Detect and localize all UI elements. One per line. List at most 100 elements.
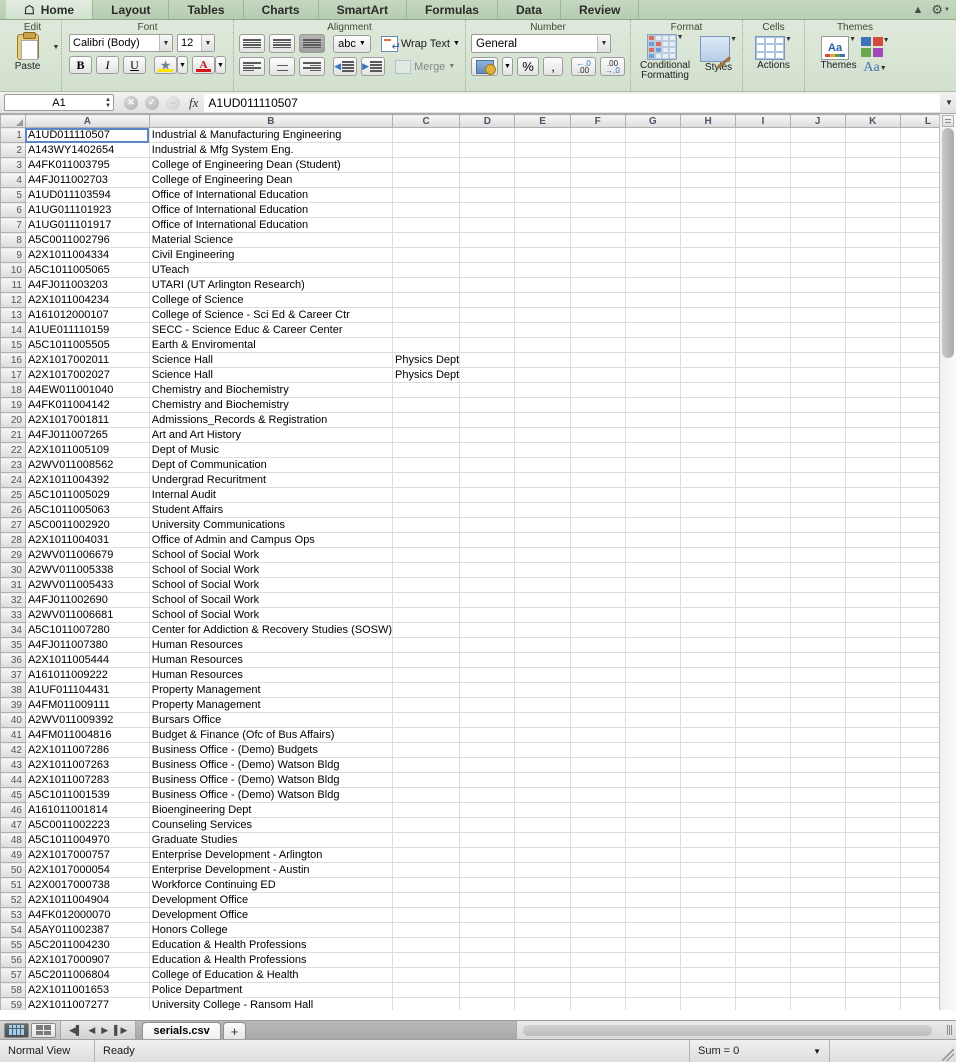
- cell-H10[interactable]: [679, 262, 737, 278]
- cell-D18[interactable]: [459, 382, 516, 398]
- cell-H54[interactable]: [679, 922, 737, 938]
- row-header-53[interactable]: 53: [0, 907, 26, 923]
- styles-button[interactable]: ▼ Styles: [700, 36, 737, 73]
- cell-B28[interactable]: Office of Admin and Campus Ops: [148, 532, 394, 548]
- cell-F39[interactable]: [569, 697, 626, 713]
- cell-G10[interactable]: [624, 262, 681, 278]
- cell-J57[interactable]: [789, 967, 846, 983]
- cell-G31[interactable]: [624, 577, 681, 593]
- cell-K30[interactable]: [844, 562, 901, 578]
- cell-E17[interactable]: [514, 367, 571, 383]
- cell-B31[interactable]: School of Social Work: [148, 577, 394, 593]
- cell-D45[interactable]: [459, 787, 516, 803]
- cell-H34[interactable]: [679, 622, 737, 638]
- cell-B4[interactable]: College of Engineering Dean: [148, 172, 394, 188]
- cell-F15[interactable]: [569, 337, 626, 353]
- page-layout-view-button[interactable]: [31, 1022, 56, 1038]
- paste-button[interactable]: Paste: [6, 32, 50, 72]
- cell-C48[interactable]: [392, 832, 461, 848]
- cell-D30[interactable]: [459, 562, 516, 578]
- cell-F33[interactable]: [569, 607, 626, 623]
- cell-E42[interactable]: [514, 742, 571, 758]
- cell-A7[interactable]: A1UG011101917: [24, 217, 150, 233]
- cell-B30[interactable]: School of Social Work: [148, 562, 394, 578]
- cell-F50[interactable]: [569, 862, 626, 878]
- cell-G33[interactable]: [624, 607, 681, 623]
- cell-K22[interactable]: [844, 442, 901, 458]
- cell-D33[interactable]: [459, 607, 516, 623]
- cell-D15[interactable]: [459, 337, 516, 353]
- cell-A17[interactable]: A2X1017002027: [24, 367, 150, 383]
- tab-data[interactable]: Data: [497, 0, 561, 19]
- cell-E24[interactable]: [514, 472, 571, 488]
- cell-K37[interactable]: [844, 667, 901, 683]
- row-header-46[interactable]: 46: [0, 802, 26, 818]
- currency-format-button[interactable]: [471, 57, 498, 76]
- cell-G47[interactable]: [624, 817, 681, 833]
- cell-B29[interactable]: School of Social Work: [148, 547, 394, 563]
- cell-A42[interactable]: A2X1011007286: [24, 742, 150, 758]
- cell-J9[interactable]: [789, 247, 846, 263]
- add-sheet-button[interactable]: +: [222, 1022, 247, 1039]
- cell-I32[interactable]: [735, 592, 791, 608]
- cell-I33[interactable]: [735, 607, 791, 623]
- cell-D37[interactable]: [459, 667, 516, 683]
- cell-J34[interactable]: [789, 622, 846, 638]
- cell-B10[interactable]: UTeach: [148, 262, 394, 278]
- cell-B26[interactable]: Student Affairs: [148, 502, 394, 518]
- cell-E43[interactable]: [514, 757, 571, 773]
- cell-G30[interactable]: [624, 562, 681, 578]
- cell-F3[interactable]: [569, 157, 626, 173]
- cell-E16[interactable]: [514, 352, 571, 368]
- cell-A25[interactable]: A5C1011005029: [24, 487, 150, 503]
- cell-D54[interactable]: [459, 922, 516, 938]
- cell-B57[interactable]: College of Education & Health: [148, 967, 394, 983]
- cell-B20[interactable]: Admissions_Records & Registration: [148, 412, 394, 428]
- cell-I11[interactable]: [735, 277, 791, 293]
- cell-B9[interactable]: Civil Engineering: [148, 247, 394, 263]
- row-header-15[interactable]: 15: [0, 337, 26, 353]
- cell-G19[interactable]: [624, 397, 681, 413]
- cell-A37[interactable]: A161011009222: [24, 667, 150, 683]
- cell-K12[interactable]: [844, 292, 901, 308]
- cell-D22[interactable]: [459, 442, 516, 458]
- cell-E11[interactable]: [514, 277, 571, 293]
- cell-I25[interactable]: [735, 487, 791, 503]
- cell-E51[interactable]: [514, 877, 571, 893]
- cell-D14[interactable]: [459, 322, 516, 338]
- cell-D49[interactable]: [459, 847, 516, 863]
- align-left-button[interactable]: [239, 57, 266, 76]
- cell-C45[interactable]: [392, 787, 461, 803]
- row-header-32[interactable]: 32: [0, 592, 26, 608]
- cell-E21[interactable]: [514, 427, 571, 443]
- cell-D32[interactable]: [459, 592, 516, 608]
- cell-G34[interactable]: [624, 622, 681, 638]
- paste-dropdown-icon[interactable]: ▼: [53, 44, 60, 51]
- cell-J10[interactable]: [789, 262, 846, 278]
- cell-F31[interactable]: [569, 577, 626, 593]
- cell-E5[interactable]: [514, 187, 571, 203]
- cell-D13[interactable]: [459, 307, 516, 323]
- cell-E1[interactable]: [514, 127, 571, 143]
- cell-H40[interactable]: [679, 712, 737, 728]
- cell-E15[interactable]: [514, 337, 571, 353]
- cell-F16[interactable]: [569, 352, 626, 368]
- cell-F48[interactable]: [569, 832, 626, 848]
- cell-C10[interactable]: [392, 262, 461, 278]
- cell-J28[interactable]: [789, 532, 846, 548]
- row-header-16[interactable]: 16: [0, 352, 26, 368]
- cell-F20[interactable]: [569, 412, 626, 428]
- themes-button[interactable]: Aa ▼ Themes: [820, 36, 857, 71]
- cell-K7[interactable]: [844, 217, 901, 233]
- cell-A29[interactable]: A2WV011006679: [24, 547, 150, 563]
- cell-K5[interactable]: [844, 187, 901, 203]
- row-header-45[interactable]: 45: [0, 787, 26, 803]
- cell-H32[interactable]: [679, 592, 737, 608]
- cell-K56[interactable]: [844, 952, 901, 968]
- cell-C3[interactable]: [392, 157, 461, 173]
- select-all-corner[interactable]: [0, 114, 26, 128]
- cell-G58[interactable]: [624, 982, 681, 998]
- cell-I42[interactable]: [735, 742, 791, 758]
- cell-A14[interactable]: A1UE011110159: [24, 322, 150, 338]
- conditional-formatting-button[interactable]: ▼ Conditional Formatting: [636, 34, 694, 81]
